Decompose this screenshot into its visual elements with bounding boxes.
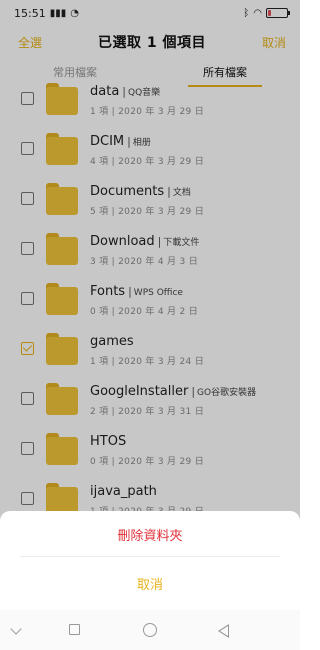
nav-recent-icon[interactable] (69, 624, 80, 635)
navigation-bar (0, 610, 300, 650)
nav-home-icon[interactable] (143, 623, 157, 637)
divider (20, 556, 280, 557)
delete-folder-button[interactable]: 刪除資料夾 (0, 525, 300, 544)
nav-back-icon[interactable] (10, 623, 22, 635)
nav-back-triangle-icon[interactable] (218, 624, 229, 638)
sheet-cancel-button[interactable]: 取消 (0, 574, 300, 593)
action-sheet: 刪除資料夾 取消 (0, 511, 300, 610)
